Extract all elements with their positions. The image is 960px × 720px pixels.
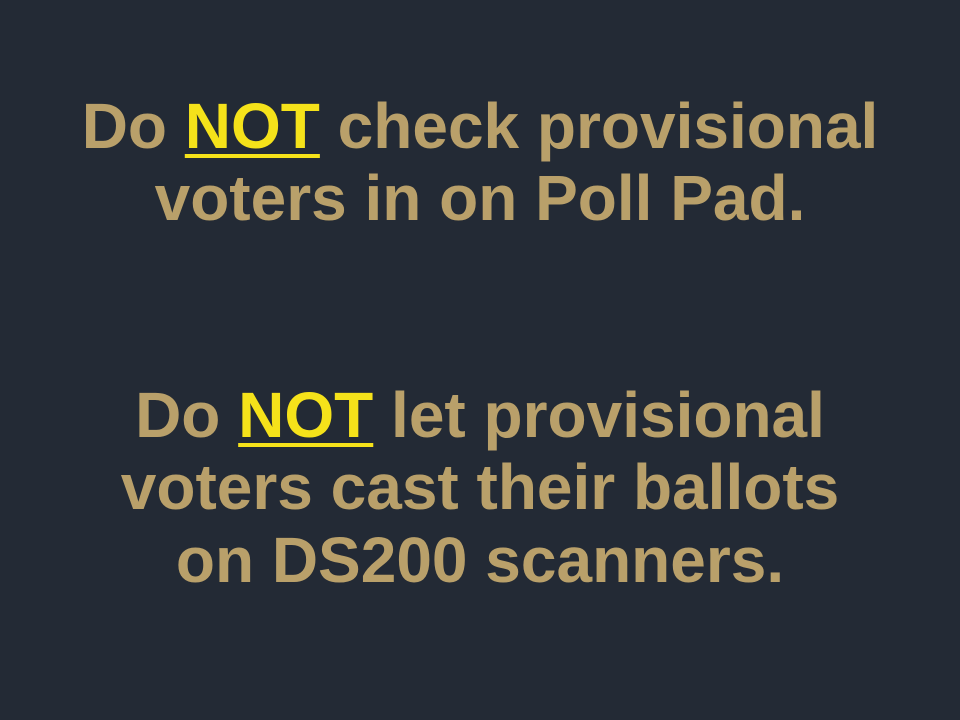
instruction-line: voters cast their ballots bbox=[120, 451, 840, 524]
slide: Do NOT check provisional voters in on Po… bbox=[0, 0, 960, 720]
instruction-ds200: Do NOT let provisional voters cast their… bbox=[0, 379, 960, 596]
instruction-poll-pad: Do NOT check provisional voters in on Po… bbox=[0, 90, 960, 235]
text-fragment: let provisional bbox=[373, 379, 825, 451]
emphasis-not: NOT bbox=[238, 379, 374, 451]
instruction-line: Do NOT let provisional bbox=[0, 379, 960, 451]
instruction-line: on DS200 scanners. bbox=[175, 523, 785, 596]
text-fragment: Do bbox=[81, 90, 185, 162]
text-fragment: check provisional bbox=[319, 90, 879, 162]
instruction-line: Do NOT check provisional bbox=[0, 90, 960, 162]
instruction-line: voters in on Poll Pad. bbox=[154, 162, 806, 235]
text-fragment: Do bbox=[135, 379, 239, 451]
emphasis-not: NOT bbox=[184, 90, 320, 162]
